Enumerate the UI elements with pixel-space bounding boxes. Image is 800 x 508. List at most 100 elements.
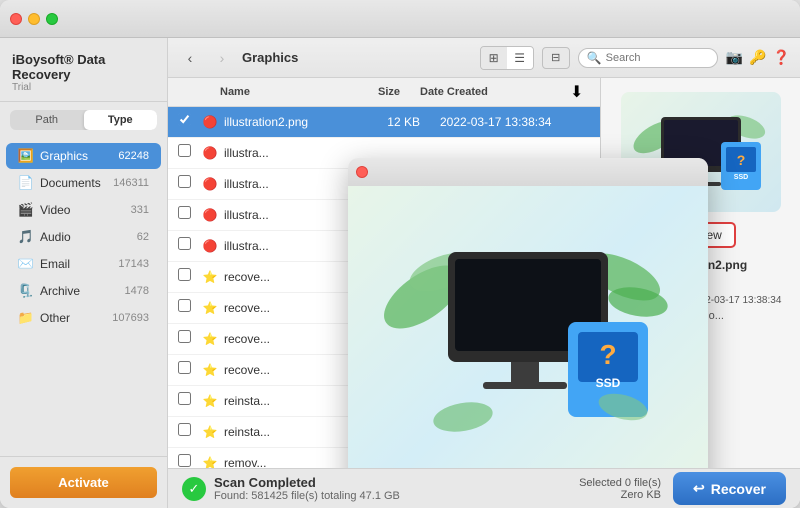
sidebar-item-other[interactable]: 📁 Other 107693 [6,305,161,331]
file-name: reinsta... [224,394,360,408]
title-bar [0,0,800,38]
row-checkbox[interactable] [178,237,200,255]
file-name: illustra... [224,208,360,222]
file-type-icon: ⭐ [200,422,220,442]
sidebar-item-documents[interactable]: 📄 Documents 146311 [6,170,161,196]
main-area: ‹ › Graphics ⊞ ☰ ⊟ 🔍 📷 🔑 ❓ [168,38,800,508]
graphics-label: Graphics [40,149,118,163]
file-type-icon: ⭐ [200,267,220,287]
row-checkbox[interactable] [178,454,200,468]
video-label: Video [40,203,131,217]
row-checkbox[interactable] [178,175,200,193]
sidebar-item-email[interactable]: ✉️ Email 17143 [6,251,161,277]
close-button[interactable] [10,13,22,25]
selected-count: Selected 0 file(s) [579,477,661,489]
forward-button[interactable]: › [210,46,234,70]
recover-button[interactable]: ↩ Recover [673,472,786,505]
selected-info: Selected 0 file(s) Zero KB [579,477,661,501]
preview-popup: ? SSD [348,158,708,468]
recover-label: Recover [711,481,766,497]
file-type-icon: ⭐ [200,298,220,318]
file-type-icon: 🔴 [200,236,220,256]
row-checkbox[interactable] [178,423,200,441]
toolbar-title: Graphics [242,50,472,65]
documents-icon: 📄 [18,175,34,191]
email-icon: ✉️ [18,256,34,272]
maximize-button[interactable] [46,13,58,25]
documents-label: Documents [40,176,113,190]
file-type-icon: 🔴 [200,112,220,132]
file-name: recove... [224,363,360,377]
header-size: Size [340,86,420,98]
popup-close-button[interactable] [356,166,368,178]
row-checkbox[interactable] [178,206,200,224]
tab-type[interactable]: Type [84,110,158,130]
sidebar-item-video[interactable]: 🎬 Video 331 [6,197,161,223]
row-checkbox[interactable] [178,299,200,317]
toolbar: ‹ › Graphics ⊞ ☰ ⊟ 🔍 📷 🔑 ❓ [168,38,800,78]
help-button[interactable]: ❓ [773,49,790,66]
file-type-icon: 🔴 [200,143,220,163]
file-type-icon: ⭐ [200,453,220,468]
file-name: recove... [224,332,360,346]
scan-text: Scan Completed Found: 581425 file(s) tot… [214,475,400,502]
row-checkbox[interactable] [178,268,200,286]
tab-path[interactable]: Path [10,110,84,130]
app-trial: Trial [12,82,155,93]
list-view-button[interactable]: ☰ [507,47,533,69]
file-size: 12 KB [360,115,440,129]
audio-label: Audio [40,230,137,244]
other-count: 107693 [112,312,149,324]
sidebar-header: iBoysoft® Data Recovery Trial [0,38,167,102]
grid-view-button[interactable]: ⊞ [481,47,507,69]
svg-text:?: ? [599,339,616,370]
key-button[interactable]: 🔑 [749,49,766,66]
sidebar-footer: Activate [0,456,167,508]
row-checkbox[interactable] [178,361,200,379]
sidebar-item-audio[interactable]: 🎵 Audio 62 [6,224,161,250]
file-name: remov... [224,456,360,468]
status-bar-right: Selected 0 file(s) Zero KB ↩ Recover [579,472,786,505]
file-type-icon: 🔴 [200,174,220,194]
header-extra: ⬇ [570,82,590,102]
archive-label: Archive [40,284,125,298]
activate-button[interactable]: Activate [10,467,157,498]
file-row[interactable]: 🔴 illustration2.png 12 KB 2022-03-17 13:… [168,107,600,138]
back-button[interactable]: ‹ [178,46,202,70]
audio-icon: 🎵 [18,229,34,245]
file-name: illustra... [224,239,360,253]
scan-title: Scan Completed [214,475,400,490]
email-count: 17143 [118,258,149,270]
view-toggle: ⊞ ☰ [480,46,534,70]
camera-button[interactable]: 📷 [726,49,743,66]
file-type-icon: 🔴 [200,205,220,225]
other-label: Other [40,311,112,325]
header-name: Name [220,86,340,98]
filter-button[interactable]: ⊟ [542,47,570,69]
sidebar-item-graphics[interactable]: 🖼️ Graphics 62248 [6,143,161,169]
row-checkbox[interactable] [178,330,200,348]
traffic-lights [10,13,58,25]
sidebar-item-archive[interactable]: 🗜️ Archive 1478 [6,278,161,304]
svg-text:SSD: SSD [733,174,747,181]
file-list-header: Name Size Date Created ⬇ [168,78,600,107]
recover-icon: ↩ [693,480,705,497]
file-type-icon: ⭐ [200,360,220,380]
search-input[interactable] [606,52,709,64]
search-icon: 🔍 [587,51,602,65]
archive-count: 1478 [125,285,149,297]
graphics-icon: 🖼️ [18,148,34,164]
row-checkbox[interactable] [178,113,200,131]
video-icon: 🎬 [18,202,34,218]
file-type-icon: ⭐ [200,329,220,349]
video-count: 331 [131,204,149,216]
row-checkbox[interactable] [178,144,200,162]
minimize-button[interactable] [28,13,40,25]
file-name: recove... [224,301,360,315]
selected-size: Zero KB [579,489,661,501]
scan-complete-icon: ✓ [182,477,206,501]
scan-subtitle: Found: 581425 file(s) totaling 47.1 GB [214,490,400,502]
status-bar: ✓ Scan Completed Found: 581425 file(s) t… [168,468,800,508]
popup-illustration: ? SSD [383,217,673,467]
row-checkbox[interactable] [178,392,200,410]
